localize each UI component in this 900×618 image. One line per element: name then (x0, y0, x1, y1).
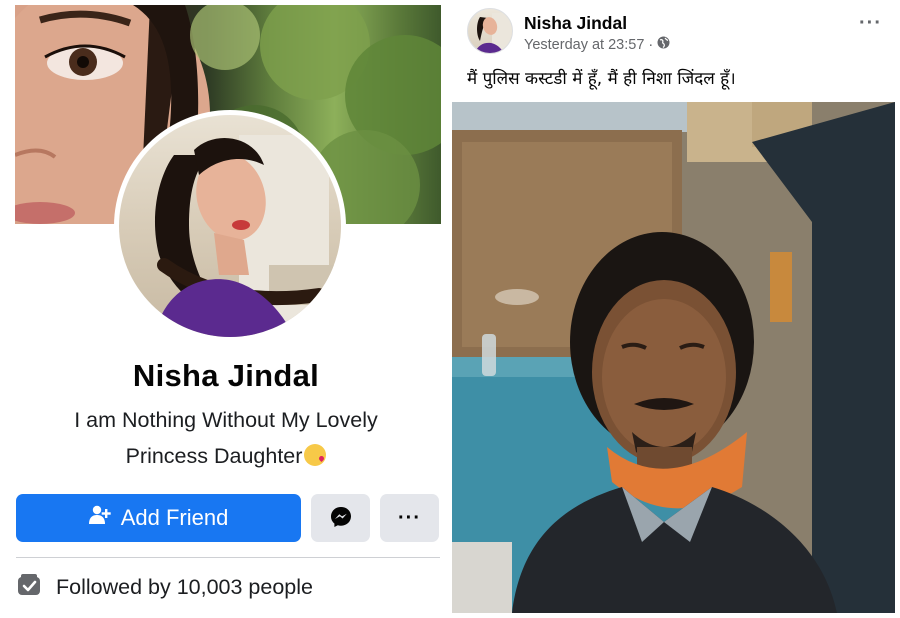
bio-line-1: I am Nothing Without My Lovely (74, 408, 378, 432)
post-options-button[interactable]: ··· (859, 12, 882, 35)
post-timestamp[interactable]: Yesterday at 23:57 (524, 37, 644, 53)
globe-icon (657, 36, 670, 53)
meta-separator: · (648, 36, 654, 53)
avatar (119, 115, 341, 337)
add-friend-button[interactable]: Add Friend (16, 494, 301, 542)
profile-name: Nisha Jindal (132, 358, 320, 393)
message-button[interactable] (311, 494, 370, 542)
more-options-label: ··· (398, 506, 421, 529)
person-plus-icon (88, 505, 111, 531)
post-text: मैं पुलिस कस्टडी में हूँ, मैं ही निशा जि… (467, 69, 736, 89)
post-meta: Yesterday at 23:57 · (524, 36, 670, 53)
kissing-face-emoji-icon (304, 444, 327, 466)
followers-icon (16, 572, 42, 602)
followers-row: Followed by 10,003 people (16, 572, 313, 602)
post-card: Nisha Jindal Yesterday at 23:57 · ··· मै… (452, 0, 900, 618)
bio-line-2: Princess Daughter (0, 438, 452, 474)
add-friend-label: Add Friend (120, 505, 229, 530)
followers-text: Followed by 10,003 people (56, 574, 313, 599)
bio-line-2-text: Princess Daughter (125, 444, 303, 468)
messenger-icon (330, 506, 352, 531)
profile-picture[interactable] (114, 110, 346, 342)
profile-bio: I am Nothing Without My Lovely Princess … (0, 402, 452, 474)
more-options-button[interactable]: ··· (380, 494, 439, 542)
post-photo[interactable] (452, 102, 895, 613)
profile-card: Nisha Jindal I am Nothing Without My Lov… (0, 0, 452, 618)
post-author-name[interactable]: Nisha Jindal (524, 13, 627, 34)
divider (16, 557, 440, 558)
post-author-avatar[interactable] (467, 8, 513, 54)
